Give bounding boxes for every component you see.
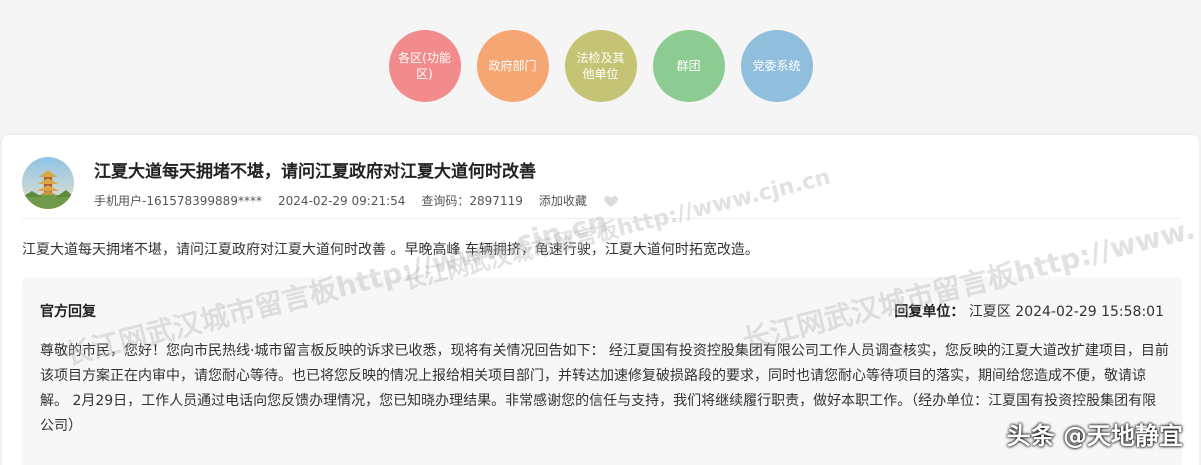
divider	[22, 218, 1181, 219]
category-groups-button[interactable]: 群团	[652, 30, 725, 102]
reply-body: 尊敬的市民，您好！您向市民热线·城市留言板反映的诉求已收悉，现将有关情况回告如下…	[40, 343, 1169, 434]
post-datetime: 2024-02-29 09:21:54	[277, 193, 406, 208]
category-judicial-button[interactable]: 法检及其他单位	[564, 30, 637, 102]
category-bar: 各区(功能区) 政府部门 法检及其他单位 群团 党委系统	[0, 30, 1201, 102]
corner-credit: 头条 @天地静宜	[1006, 422, 1183, 450]
avatar	[22, 157, 74, 209]
category-districts-button[interactable]: 各区(功能区)	[388, 30, 461, 102]
add-favorite-button[interactable]: 添加收藏	[539, 192, 587, 209]
reply-label: 官方回复	[40, 304, 96, 320]
post-content: 江夏大道每天拥堵不堪，请问江夏政府对江夏大道何时改善 。早晚高峰 车辆拥挤，龟速…	[22, 242, 759, 258]
query-code: 查询码：2897119	[421, 194, 523, 208]
post-meta: 手机用户-161578399889**** 2024-02-29 09:21:5…	[94, 192, 619, 209]
reply-unit-label: 回复单位：	[894, 304, 965, 320]
category-party-button[interactable]: 党委系统	[740, 30, 813, 102]
post-title: 江夏大道每天拥堵不堪，请问江夏政府对江夏大道何时改善	[94, 162, 536, 182]
reply-unit-name: 江夏区	[968, 304, 1011, 320]
page: 各区(功能区) 政府部门 法检及其他单位 群团 党委系统 江夏大道每天拥堵不堪，…	[0, 0, 1201, 465]
reply-datetime: 2024-02-29 15:58:01	[1015, 304, 1164, 320]
category-government-button[interactable]: 政府部门	[476, 30, 549, 102]
author-name: 手机用户-161578399889****	[94, 194, 262, 208]
heart-icon[interactable]	[603, 193, 619, 209]
reply-unit-info: 回复单位： 江夏区 2024-02-29 15:58:01	[894, 301, 1164, 321]
